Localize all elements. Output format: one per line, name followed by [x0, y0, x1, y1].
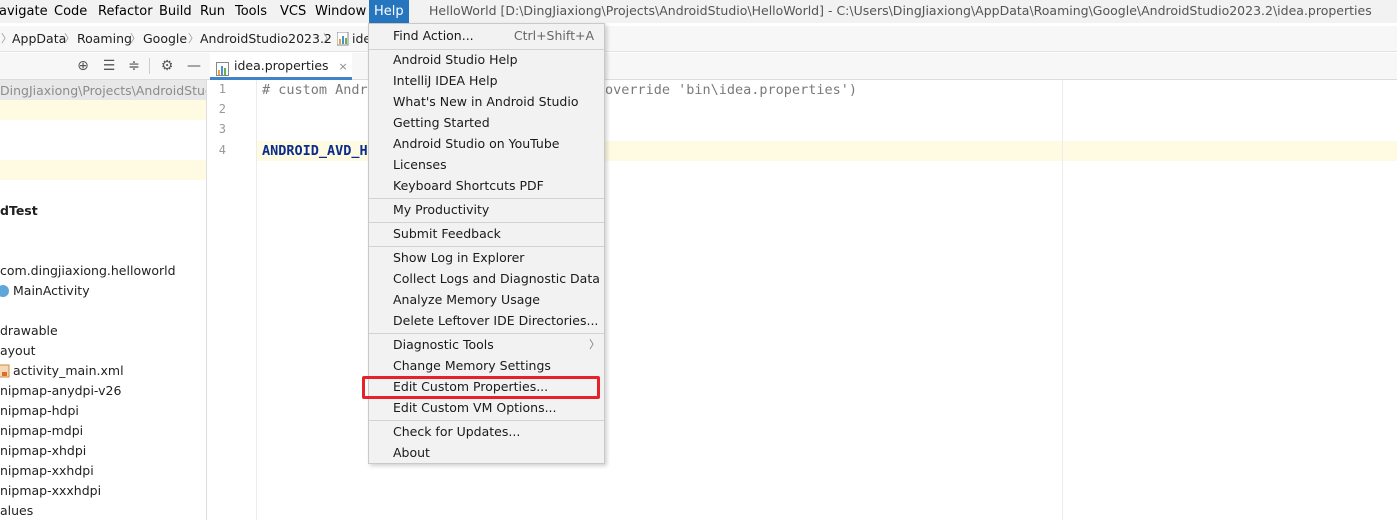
close-icon[interactable]: × [339, 54, 348, 80]
line-number: 3 [218, 122, 226, 136]
highlight-row-bg [0, 100, 206, 120]
project-panel: DingJiaxiong\Projects\AndroidStudio dTes… [0, 80, 207, 520]
breadcrumb-separator: 〉 [323, 32, 334, 45]
menu-navigate[interactable]: avigate [0, 0, 53, 23]
tree-item-mipmap-xhdpi[interactable]: nipmap-xhdpi [0, 441, 86, 461]
right-margin-guide [1062, 80, 1063, 520]
menu-window[interactable]: Window [310, 0, 371, 23]
breadcrumb-separator: 〉 [130, 32, 141, 45]
breadcrumb-androidstudio[interactable]: AndroidStudio2023.2 [200, 26, 332, 52]
tab-idea-properties[interactable]: idea.properties × [210, 53, 352, 80]
menu-item-getting-started[interactable]: Getting Started [369, 112, 604, 133]
menu-run[interactable]: Run [195, 0, 230, 23]
minimize-icon[interactable]: — [185, 57, 203, 75]
menu-item-whats-new[interactable]: What's New in Android Studio [369, 91, 604, 112]
menu-item-intellij-help[interactable]: IntelliJ IDEA Help [369, 70, 604, 91]
collapse-all-icon[interactable]: ≑ [125, 57, 143, 75]
breadcrumb-appdata[interactable]: AppData [12, 26, 66, 52]
menu-build[interactable]: Build [154, 0, 197, 23]
toolbar-divider [149, 58, 150, 74]
menu-vcs[interactable]: VCS [275, 0, 311, 23]
locate-icon[interactable]: ⊕ [74, 57, 92, 75]
menu-item-youtube[interactable]: Android Studio on YouTube [369, 133, 604, 154]
menu-item-analyze-memory[interactable]: Analyze Memory Usage [369, 289, 604, 310]
line-number: 2 [218, 102, 226, 116]
tree-item-mipmap-hdpi[interactable]: nipmap-hdpi [0, 401, 79, 421]
expand-all-icon[interactable]: ☰ [100, 57, 118, 75]
breadcrumb: 〉 AppData 〉 Roaming 〉 Google 〉 AndroidSt… [0, 26, 1397, 52]
tree-item-mainactivity[interactable]: MainActivity [13, 281, 90, 301]
tree-item-mipmap-anydpi[interactable]: nipmap-anydpi-v26 [0, 381, 121, 401]
shortcut-label: Ctrl+Shift+A [513, 28, 594, 43]
menu-bar: avigate Code Refactor Build Run Tools VC… [0, 0, 1397, 23]
menu-item-find-action[interactable]: Find Action... Ctrl+Shift+A [369, 25, 604, 46]
menu-item-edit-custom-vm[interactable]: Edit Custom VM Options... [369, 397, 604, 418]
menu-item-check-updates[interactable]: Check for Updates... [369, 421, 604, 442]
menu-item-diagnostic-tools[interactable]: Diagnostic Tools 〉 [369, 334, 604, 355]
highlight-row-bg [0, 160, 206, 180]
menu-item-keyboard-shortcuts[interactable]: Keyboard Shortcuts PDF [369, 175, 604, 196]
class-icon [0, 284, 10, 298]
tree-item-layout[interactable]: ayout [0, 341, 36, 361]
code-line-4: ANDROID_AVD_HO [262, 143, 376, 159]
tab-label: idea.properties [234, 58, 329, 73]
menu-help[interactable]: Help [369, 0, 409, 23]
code-line-1-start: # custom Andro [262, 82, 376, 98]
menu-item-licenses[interactable]: Licenses [369, 154, 604, 175]
xml-file-icon [0, 364, 10, 378]
tree-item-drawable[interactable]: drawable [0, 321, 58, 341]
tree-item-package[interactable]: com.dingjiaxiong.helloworld [0, 261, 176, 281]
menu-item-show-log[interactable]: Show Log in Explorer [369, 247, 604, 268]
menu-item-my-productivity[interactable]: My Productivity [369, 199, 604, 220]
line-number: 4 [218, 143, 226, 157]
chevron-right-icon: 〉 [589, 338, 600, 351]
menu-item-collect-logs[interactable]: Collect Logs and Diagnostic Data [369, 268, 604, 289]
window-title: HelloWorld [D:\DingJiaxiong\Projects\And… [429, 3, 1372, 18]
tree-item-mipmap-xxxhdpi[interactable]: nipmap-xxxhdpi [0, 481, 101, 501]
tree-item-test[interactable]: dTest [0, 201, 38, 221]
code-line-1-end: override 'bin\idea.properties') [605, 82, 857, 98]
breadcrumb-separator: 〉 [1, 32, 12, 45]
tree-item-mipmap-mdpi[interactable]: nipmap-mdpi [0, 421, 83, 441]
menu-refactor[interactable]: Refactor [93, 0, 158, 23]
properties-file-icon [216, 59, 230, 76]
breadcrumb-separator: 〉 [188, 32, 199, 45]
menu-item-label: Diagnostic Tools [393, 337, 494, 352]
gear-icon[interactable]: ⚙ [158, 57, 176, 75]
editor-toolbar: ⊕ ☰ ≑ ⚙ — idea.properties × [0, 53, 1397, 80]
menu-item-label: Find Action... [393, 28, 474, 43]
menu-item-delete-leftover[interactable]: Delete Leftover IDE Directories... [369, 310, 604, 331]
breadcrumb-roaming[interactable]: Roaming [77, 26, 132, 52]
tree-item-values[interactable]: alues [0, 501, 33, 520]
menu-code[interactable]: Code [49, 0, 92, 23]
breadcrumb-google[interactable]: Google [143, 26, 187, 52]
tree-item-mipmap-xxhdpi[interactable]: nipmap-xxhdpi [0, 461, 94, 481]
tree-item-activity-main[interactable]: activity_main.xml [13, 361, 124, 381]
highlight-annotation-box [362, 376, 600, 399]
menu-item-android-studio-help[interactable]: Android Studio Help [369, 49, 604, 70]
menu-item-change-memory[interactable]: Change Memory Settings [369, 355, 604, 376]
menu-item-submit-feedback[interactable]: Submit Feedback [369, 223, 604, 244]
tree-item-project-path[interactable]: DingJiaxiong\Projects\AndroidStudio [0, 81, 206, 101]
breadcrumb-separator: 〉 [64, 32, 75, 45]
menu-item-about[interactable]: About [369, 442, 604, 463]
menu-tools[interactable]: Tools [230, 0, 272, 23]
line-number-gutter: 1 2 3 4 [208, 80, 257, 520]
line-number: 1 [218, 82, 226, 96]
file-icon [336, 31, 349, 46]
